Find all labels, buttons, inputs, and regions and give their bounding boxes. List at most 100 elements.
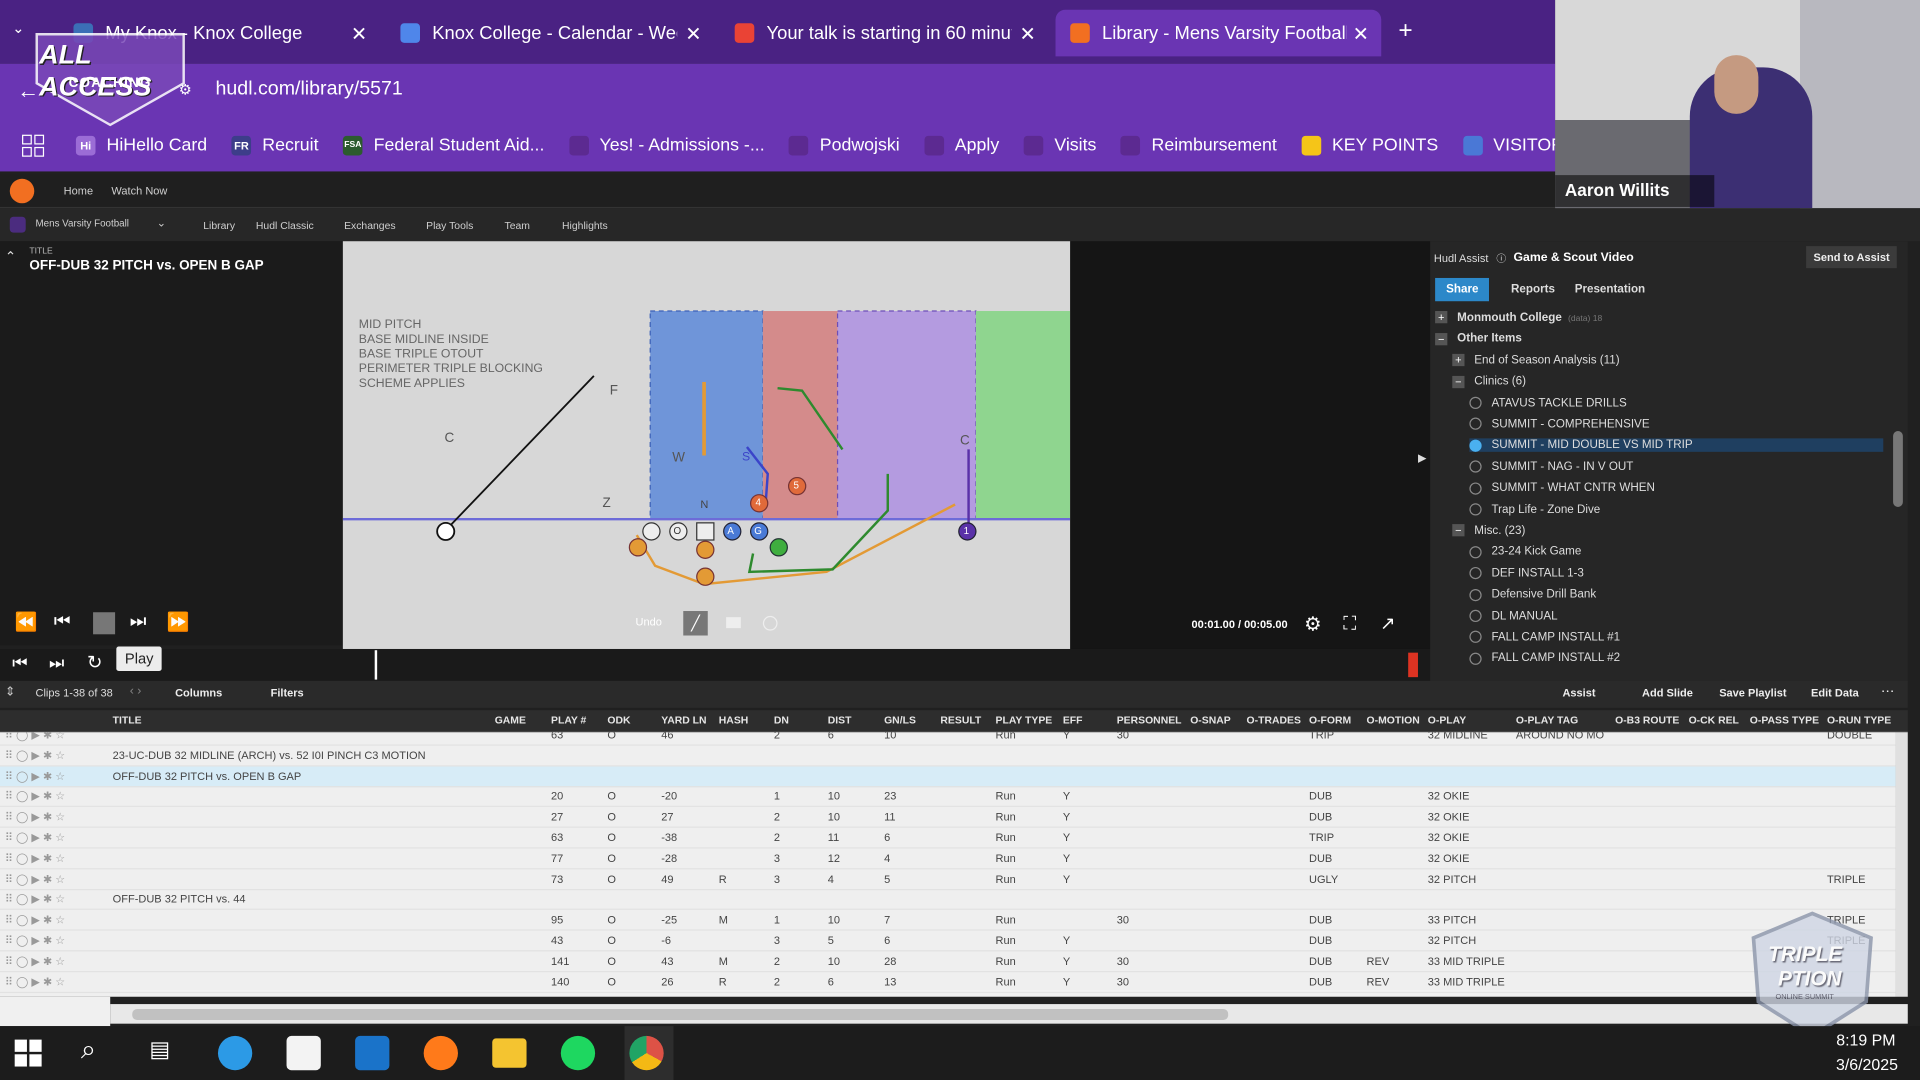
tree-item[interactable]: SUMMIT - MID DOUBLE VS MID TRIP	[1469, 438, 1884, 453]
row-controls-icon[interactable]: ⠿ ◯ ▶ ✱ ☆	[5, 790, 65, 803]
tree-item[interactable]: DEF INSTALL 1-3	[1469, 567, 1584, 580]
column-header[interactable]: DN	[774, 714, 789, 726]
chevron-down-icon[interactable]: ⌄	[157, 217, 166, 230]
row-controls-icon[interactable]: ⠿ ◯ ▶ ✱ ☆	[5, 732, 65, 742]
bookmark-visits[interactable]: Visits	[1023, 135, 1096, 156]
column-header[interactable]: TITLE	[113, 714, 142, 726]
assist-dropdown[interactable]: Assist	[1562, 687, 1595, 699]
table-row[interactable]: ⠿ ◯ ▶ ✱ ☆43O-6356RunYDUB32 PITCHTRIPLE	[0, 931, 1896, 952]
column-header[interactable]: GN/LS	[884, 714, 916, 726]
close-tab-icon[interactable]: ✕	[1020, 22, 1036, 46]
tree-item[interactable]: SUMMIT - WHAT CNTR WHEN	[1469, 481, 1655, 495]
hudl-logo-icon[interactable]	[9, 178, 35, 204]
new-tab-button[interactable]: +	[1398, 17, 1412, 45]
column-header[interactable]: HASH	[719, 714, 749, 726]
column-header[interactable]: RESULT	[940, 714, 981, 726]
expand-plus-icon[interactable]: +	[1452, 354, 1465, 367]
bookmark-apply[interactable]: Apply	[924, 135, 999, 156]
radio-circle-icon[interactable]	[1469, 588, 1482, 601]
bookmark-podwojski[interactable]: Podwojski	[789, 135, 900, 156]
column-header[interactable]: O-RUN TYPE	[1827, 714, 1891, 726]
firefox-icon[interactable]	[423, 1035, 458, 1071]
subnav-team[interactable]: Team	[504, 219, 529, 231]
playhead[interactable]	[374, 650, 378, 680]
nav-watch-now[interactable]: Watch Now	[111, 185, 167, 197]
store-icon[interactable]	[286, 1035, 321, 1071]
clock-date[interactable]: 3/6/2025	[1822, 1056, 1898, 1074]
column-header[interactable]: PLAY #	[551, 714, 586, 726]
radio-circle-icon[interactable]	[1469, 439, 1482, 452]
tab-gmail[interactable]: Your talk is starting in 60 minutes ✕	[720, 10, 1048, 57]
add-slide-button[interactable]: Add Slide	[1642, 687, 1693, 699]
collapse-minus-icon[interactable]: −	[1452, 524, 1465, 537]
column-header[interactable]: DIST	[828, 714, 852, 726]
table-row[interactable]: ⠿ ◯ ▶ ✱ ☆ 73 O 49 R 3 4 5 Run Y UGLY 32 PITCH TRIPLE	[0, 869, 1896, 890]
column-header[interactable]: PLAY TYPE	[996, 714, 1053, 726]
scroll-thumb[interactable]	[132, 1008, 1229, 1021]
row-controls-icon[interactable]: ⠿ ◯ ▶ ✱ ☆	[5, 934, 65, 947]
tree-item[interactable]: 23-24 Kick Game	[1469, 545, 1581, 559]
collapse-minus-icon[interactable]: −	[1435, 332, 1448, 346]
column-header[interactable]: O-B3 ROUTE	[1615, 714, 1679, 726]
search-icon[interactable]: ⌕	[81, 1033, 118, 1070]
bookmark-key-points[interactable]: KEY POINTS	[1301, 135, 1438, 156]
table-row[interactable]: ⠿ ◯ ▶ ✱ ☆ 63 O 46 2 6 10 Run Y 30 TRIP 32 MIDLINE AR…	[0, 732, 1896, 746]
tree-item[interactable]: SUMMIT - NAG - IN V OUT	[1469, 460, 1633, 474]
apps-grid-icon[interactable]	[22, 134, 45, 157]
subnav-hudl-classic[interactable]: Hudl Classic	[256, 219, 314, 231]
tree-item[interactable]: + End of Season Analysis (11)	[1452, 354, 1620, 367]
send-to-assist-button[interactable]: Send to Assist	[1806, 246, 1897, 269]
info-icon[interactable]: ⓘ	[1496, 252, 1506, 265]
table-row[interactable]: ⠿ ◯ ▶ ✱ ☆ 27 O 27 2 10 11 Run Y DUB 32 OKIE	[0, 807, 1896, 828]
radio-circle-icon[interactable]	[1469, 396, 1482, 410]
table-horizontal-scrollbar[interactable]	[110, 1004, 1908, 1024]
prev-page-icon[interactable]: ‹ ›	[130, 684, 142, 697]
row-controls-icon[interactable]: ⠿ ◯ ▶ ✱ ☆	[5, 811, 65, 824]
edit-data-button[interactable]: Edit Data	[1811, 687, 1859, 699]
subnav-library[interactable]: Library	[203, 219, 235, 231]
tree-scrollbar[interactable]	[1893, 431, 1903, 507]
undo-button[interactable]: Undo	[636, 616, 662, 628]
team-selector[interactable]: Mens Varsity Football	[36, 218, 129, 229]
tab-knox-calendar[interactable]: Knox College - Calendar - Week ✕	[386, 10, 714, 57]
row-controls-icon[interactable]: ⠿ ◯ ▶ ✱ ☆	[5, 893, 65, 906]
tree-item[interactable]: − Clinics (6)	[1452, 375, 1526, 388]
table-row[interactable]: ⠿ ◯ ▶ ✱ ☆ 77 O -28 3 12 4 Run Y DUB 32 OKIE	[0, 848, 1896, 870]
table-row[interactable]: ⠿ ◯ ▶ ✱ ☆ OFF-DUB 32 PITCH vs. OPEN B GAP	[0, 766, 1896, 787]
table-row[interactable]: ⠿ ◯ ▶ ✱ ☆ 20 O -20 1 10 23 Run Y DUB 32 OKIE	[0, 787, 1896, 808]
tree-item[interactable]: FALL CAMP INSTALL #2	[1469, 652, 1620, 665]
clock-time[interactable]: 8:19 PM	[1827, 1031, 1895, 1049]
bookmark-recruit[interactable]: FR Recruit	[231, 135, 319, 156]
column-header[interactable]: YARD LN	[661, 714, 706, 726]
step-forward-icon[interactable]: ⏭	[130, 611, 147, 632]
tree-item[interactable]: Defensive Drill Bank	[1469, 588, 1596, 601]
fullscreen-icon[interactable]: ⛶	[1343, 613, 1356, 634]
outlook-icon[interactable]	[355, 1035, 390, 1071]
save-playlist-button[interactable]: Save Playlist	[1719, 687, 1786, 699]
rewind-icon[interactable]: ⏪	[15, 611, 38, 633]
radio-circle-icon[interactable]	[1469, 418, 1482, 431]
spotify-icon[interactable]	[560, 1035, 596, 1071]
tab-search-icon[interactable]: ⌄	[12, 20, 24, 37]
filters-dropdown[interactable]: Filters	[271, 687, 304, 699]
bookmark-fsa[interactable]: FSA Federal Student Aid...	[343, 135, 544, 156]
column-header[interactable]: O-PASS TYPE	[1750, 714, 1819, 726]
tree-item[interactable]: FALL CAMP INSTALL #1	[1469, 631, 1620, 644]
next-clip-icon[interactable]: ⏭	[49, 653, 64, 674]
radio-circle-icon[interactable]	[1469, 567, 1482, 580]
play-button[interactable]	[93, 612, 116, 635]
radio-circle-icon[interactable]	[1469, 631, 1482, 644]
nav-home[interactable]: Home	[64, 185, 93, 197]
column-header[interactable]: O-CK REL	[1689, 714, 1739, 726]
column-header[interactable]: O-MOTION	[1367, 714, 1420, 726]
step-back-icon[interactable]: ⏮	[54, 611, 71, 632]
row-controls-icon[interactable]: ⠿ ◯ ▶ ✱ ☆	[5, 975, 65, 988]
circle-tool-icon[interactable]	[762, 615, 778, 631]
table-row[interactable]: ⠿ ◯ ▶ ✱ ☆ 95 O -25 M 1 10 7 Run 30 DUB 33 PITCH TRIP…	[0, 910, 1896, 931]
bookmark-reimbursement[interactable]: Reimbursement	[1120, 135, 1277, 156]
column-header[interactable]: EFF	[1063, 714, 1083, 726]
windows-start-icon[interactable]	[14, 1039, 42, 1067]
column-header[interactable]: O-PLAY TAG	[1516, 714, 1578, 726]
table-row[interactable]: ⠿ ◯ ▶ ✱ ☆ 63 O -38 2 11 6 Run Y TRIP 32 OKIE	[0, 828, 1896, 849]
tab-presentation[interactable]: Presentation	[1575, 283, 1645, 296]
